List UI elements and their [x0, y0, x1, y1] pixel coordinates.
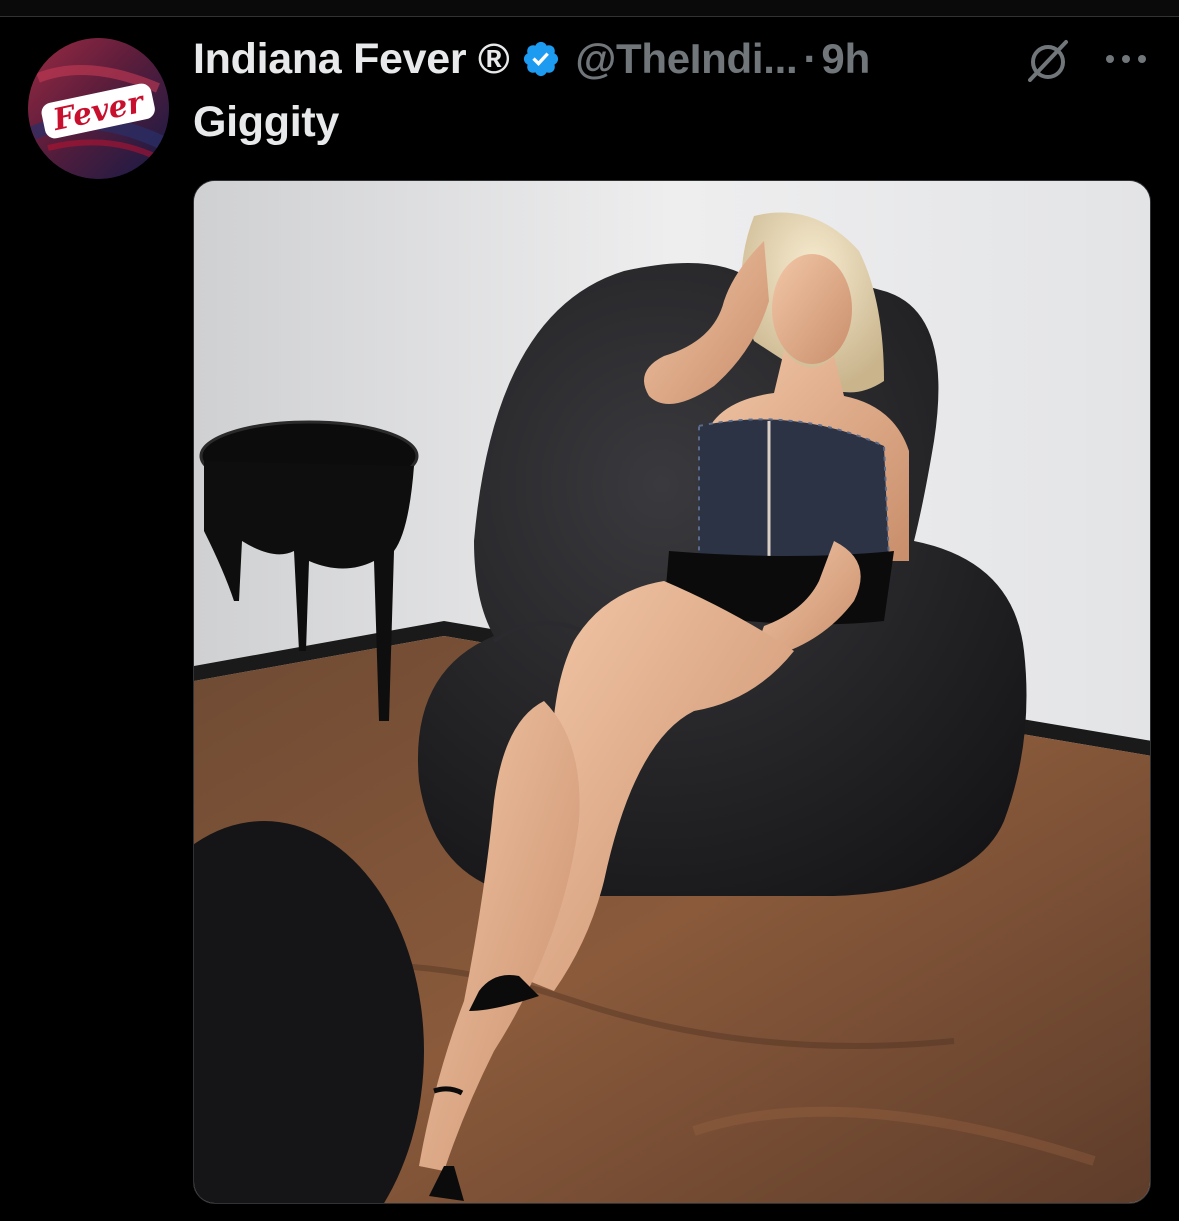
more-icon[interactable]: [1102, 44, 1150, 74]
timestamp[interactable]: 9h: [821, 35, 870, 83]
photo-scene: [194, 181, 1150, 1203]
fever-logo: Fever: [28, 38, 169, 179]
tweet-page: Fever Indiana Fever ® @TheIndi... · 9h G…: [0, 0, 1179, 1221]
author-handle[interactable]: @TheIndi...: [575, 35, 797, 83]
top-divider: [0, 0, 1179, 17]
separator-dot: ·: [803, 35, 818, 82]
verified-badge-icon[interactable]: [521, 39, 561, 79]
tweet-header: Indiana Fever ® @TheIndi... · 9h: [193, 34, 870, 84]
grok-icon[interactable]: [1024, 38, 1072, 82]
tweet-photo[interactable]: [193, 180, 1151, 1204]
display-name[interactable]: Indiana Fever ®: [193, 35, 510, 84]
avatar[interactable]: Fever: [28, 38, 169, 179]
tweet-text: Giggity: [193, 98, 340, 146]
